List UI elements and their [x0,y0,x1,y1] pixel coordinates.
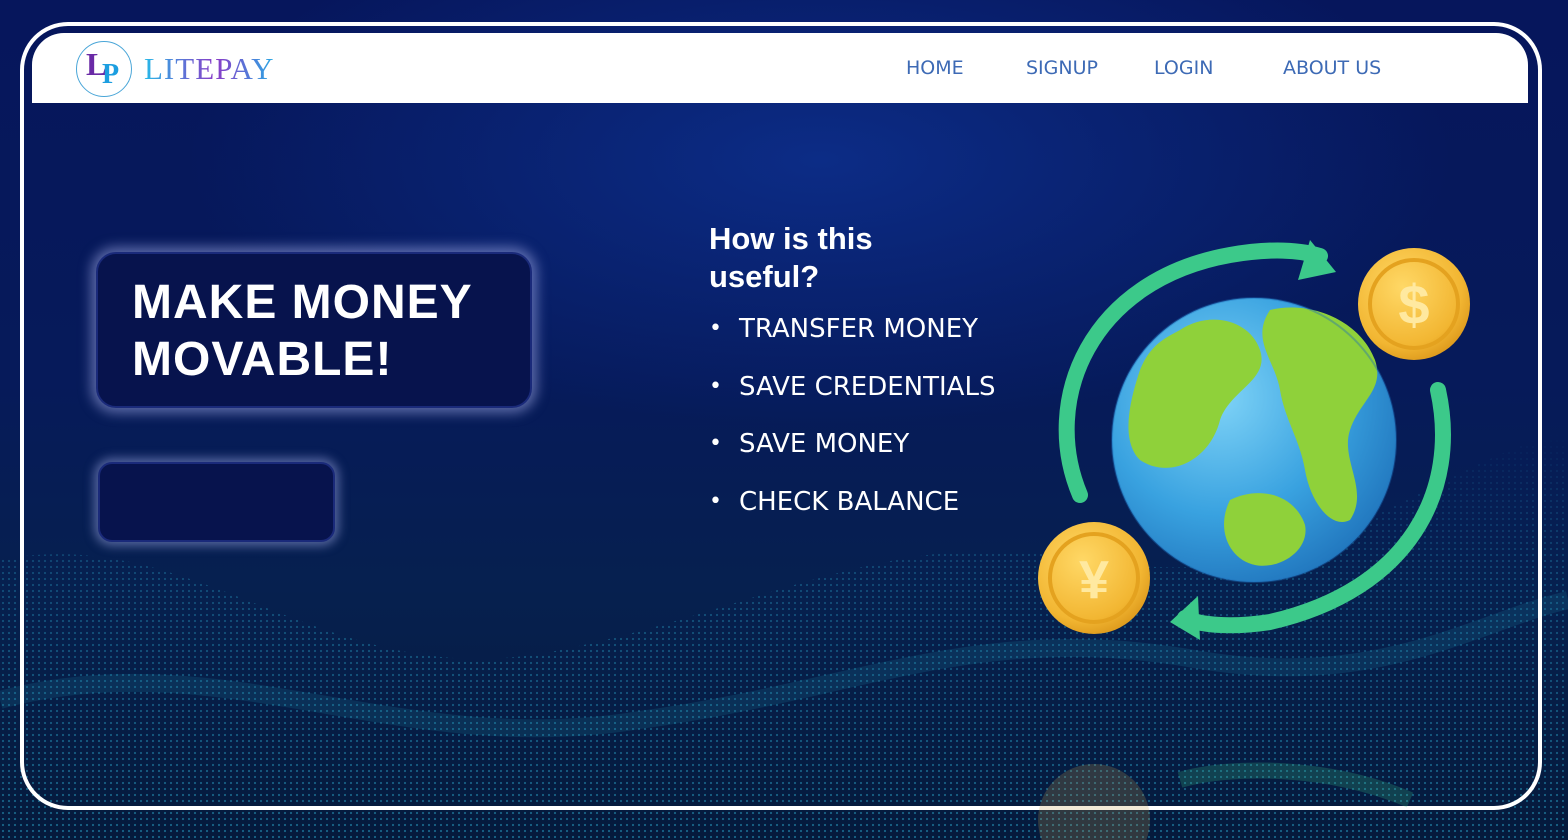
feature-label: TRANSFER MONEY [739,314,979,344]
bullet-icon: • [709,431,722,456]
hero-headline-box: MAKE MONEY MOVABLE! [96,252,532,408]
dollar-coin-icon: $ [1358,248,1470,360]
yen-symbol: ¥ [1079,550,1109,610]
feature-label: SAVE CREDENTIALS [739,371,996,402]
top-navbar: L P LITEPAY HOME SIGNUP LOGIN ABOUT US [32,33,1528,103]
nav-about-us-link[interactable]: ABOUT US [1283,57,1381,79]
usefulness-title: How is this useful? [709,221,873,294]
illustration-reflection [1038,762,1414,840]
brand-logo[interactable]: L P LITEPAY [76,41,274,97]
hero-headline: MAKE MONEY MOVABLE! [132,276,472,386]
globe-icon [1111,297,1397,583]
yen-coin-icon: ¥ [1038,522,1150,634]
hero-cta-button[interactable] [98,462,335,542]
feature-list: • TRANSFER MONEY • SAVE CREDENTIALS • SAVE … [709,308,995,538]
feature-label: SAVE MONEY [739,429,910,459]
feature-item: • TRANSFER MONEY [709,308,995,366]
global-exchange-illustration: $ ¥ [1038,240,1470,640]
bullet-icon: • [709,373,722,399]
bullet-icon: • [709,316,722,341]
feature-label: CHECK BALANCE [739,486,960,517]
nav-login-link[interactable]: LOGIN [1154,57,1213,79]
logo-badge-icon: L P [76,41,132,97]
nav-signup-link[interactable]: SIGNUP [1026,57,1098,79]
feature-item: • SAVE MONEY [709,423,995,481]
brand-name: LITEPAY [144,51,275,86]
bullet-icon: • [709,488,722,514]
logo-letter-p: P [102,59,120,90]
nav-home-link[interactable]: HOME [906,57,964,79]
dollar-symbol: $ [1398,273,1429,336]
feature-item: • SAVE CREDENTIALS [709,366,995,424]
feature-item: • CHECK BALANCE [709,481,995,539]
